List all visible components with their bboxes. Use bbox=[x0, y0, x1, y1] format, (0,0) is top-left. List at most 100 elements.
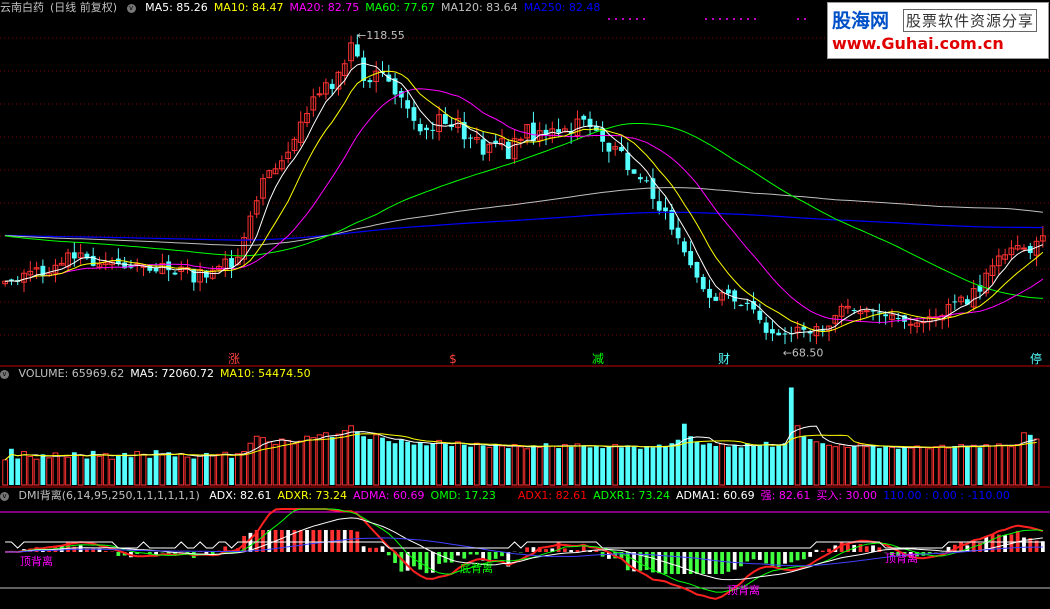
volume-bar-up bbox=[1033, 438, 1040, 486]
volume-bar-up bbox=[310, 437, 317, 486]
candle-body-down bbox=[367, 80, 373, 83]
volume-bar-down bbox=[606, 446, 612, 485]
volume-bar-down bbox=[468, 446, 473, 485]
candle-body-down bbox=[744, 302, 750, 304]
volume-bar-up bbox=[27, 455, 34, 486]
candle-body-down bbox=[681, 241, 687, 253]
volume-bar-down bbox=[619, 447, 624, 485]
volume-bar-up bbox=[813, 441, 820, 486]
volume-bar-down bbox=[851, 445, 857, 485]
volume-bar-down bbox=[707, 443, 712, 485]
candle-body-down bbox=[480, 139, 486, 155]
candle-body-down bbox=[405, 100, 411, 109]
volume-bar-down bbox=[543, 443, 549, 485]
volume-bar-down bbox=[637, 448, 643, 485]
volume-bar-down bbox=[738, 447, 744, 485]
volume-bar-up bbox=[455, 441, 461, 486]
price-header: 云南白药 (日线 前复权) v MA5: 85.26 MA10: 84.47 MA20… bbox=[0, 1, 612, 15]
volume-bar-down bbox=[688, 436, 694, 485]
candle-body-down bbox=[757, 310, 763, 320]
volume-bar-down bbox=[744, 443, 750, 485]
dmi-value2-0: ADX1: 82.61 bbox=[517, 489, 588, 502]
volume-bar-up bbox=[96, 455, 103, 486]
volume-bar-up bbox=[958, 444, 964, 486]
dmi-value-3: OMD: 17.23 bbox=[430, 489, 496, 502]
volume-bar-down bbox=[172, 456, 178, 485]
candle-body-down bbox=[776, 332, 782, 336]
dmi-value2-3: 强: 82.61 bbox=[760, 489, 811, 502]
volume-bar-up bbox=[857, 443, 864, 486]
candle-body-down bbox=[625, 152, 631, 171]
volume-bar-down bbox=[480, 445, 486, 485]
volume-bar-up bbox=[33, 458, 40, 486]
volume-bar-up bbox=[970, 444, 977, 486]
candle-body-down bbox=[726, 289, 731, 294]
ma10-line bbox=[5, 70, 1044, 333]
candle-body-down bbox=[895, 318, 901, 320]
candle-body-down bbox=[851, 309, 857, 311]
volume-bar-down bbox=[807, 439, 813, 485]
volume-values: VOLUME: 65969.62 MA5: 72060.72 MA10: 54474… bbox=[19, 367, 317, 380]
divergence-label: 顶背离 bbox=[885, 551, 918, 565]
volume-bar-down bbox=[505, 448, 511, 485]
volume-bar-up bbox=[140, 453, 147, 486]
candle-body-down bbox=[656, 201, 662, 211]
volume-bar-up bbox=[109, 458, 115, 486]
divergence-label: 顶背离 bbox=[727, 583, 760, 597]
candle-body-down bbox=[411, 107, 417, 121]
dmi-values: ADX: 82.61 ADXR: 73.24 ADMA: 60.69 OMD: 17.… bbox=[209, 489, 1016, 502]
volume-bar-up bbox=[77, 454, 84, 486]
volume-bar-up bbox=[373, 434, 380, 486]
volume-value-1: MA5: 72060.72 bbox=[130, 367, 214, 380]
volume-bar-down bbox=[977, 447, 983, 485]
price-ma-value-1: MA10: 84.47 bbox=[213, 1, 284, 14]
volume-bar-down bbox=[726, 446, 731, 485]
price-ma-value-2: MA20: 82.75 bbox=[289, 1, 360, 14]
panel-toggle-icon[interactable]: v bbox=[0, 491, 9, 501]
stock-chart-canvas[interactable]: ←118.55←68.50涨 $ 减财停顶背离底背离顶背离顶背离 bbox=[0, 0, 1050, 609]
candle-body-down bbox=[71, 252, 77, 259]
volume-bar-down bbox=[782, 443, 788, 485]
candle-body-down bbox=[354, 44, 360, 57]
candle-body-down bbox=[619, 146, 624, 151]
volume-bar-up bbox=[826, 444, 832, 486]
volume-bar-up bbox=[134, 451, 141, 486]
volume-bar-down bbox=[411, 444, 417, 485]
volume-bar-down bbox=[556, 448, 561, 485]
volume-bar-down bbox=[424, 445, 429, 485]
volume-bar-down bbox=[442, 443, 448, 485]
volume-bar-down bbox=[386, 441, 392, 485]
volume-bar-down bbox=[681, 423, 687, 485]
volume-bar-up bbox=[253, 435, 260, 486]
volume-bar-down bbox=[820, 443, 826, 485]
divergence-label: 顶背离 bbox=[20, 554, 53, 568]
volume-bar-down bbox=[902, 446, 907, 485]
volume-bar-up bbox=[1021, 432, 1027, 486]
dmi-value2-5: 110.00 : 0.00 : -110.00 bbox=[883, 489, 1010, 502]
volume-bar-down bbox=[751, 445, 756, 485]
volume-bar-up bbox=[1008, 446, 1015, 486]
volume-bar-down bbox=[757, 444, 763, 485]
candle-body-down bbox=[631, 169, 637, 174]
panel-toggle-icon[interactable]: v bbox=[126, 3, 136, 13]
candle-body-down bbox=[424, 127, 429, 131]
candle-body-up bbox=[1021, 247, 1027, 250]
signal-marker: $ bbox=[449, 352, 457, 366]
volume-bar-down bbox=[593, 445, 599, 485]
candle-body-down bbox=[732, 290, 738, 302]
volume-bar-down bbox=[392, 443, 398, 485]
volume-bar-up bbox=[285, 439, 292, 486]
volume-header: v VOLUME: 65969.62 MA5: 72060.72 MA10: 544… bbox=[0, 367, 323, 381]
volume-value-0: VOLUME: 65969.62 bbox=[18, 367, 125, 380]
volume-bar-up bbox=[832, 446, 839, 486]
divergence-label: 底背离 bbox=[460, 561, 493, 575]
signal-marker: 财 bbox=[718, 352, 730, 366]
volume-bar-down bbox=[568, 446, 574, 485]
candle-body-up bbox=[316, 93, 323, 96]
candle-body-down bbox=[430, 129, 436, 131]
volume-bar-up bbox=[58, 455, 65, 486]
volume-bar-down bbox=[461, 444, 467, 485]
candle-body-down bbox=[952, 301, 958, 303]
panel-toggle-icon[interactable]: v bbox=[0, 369, 9, 379]
volume-bar-up bbox=[335, 433, 342, 486]
